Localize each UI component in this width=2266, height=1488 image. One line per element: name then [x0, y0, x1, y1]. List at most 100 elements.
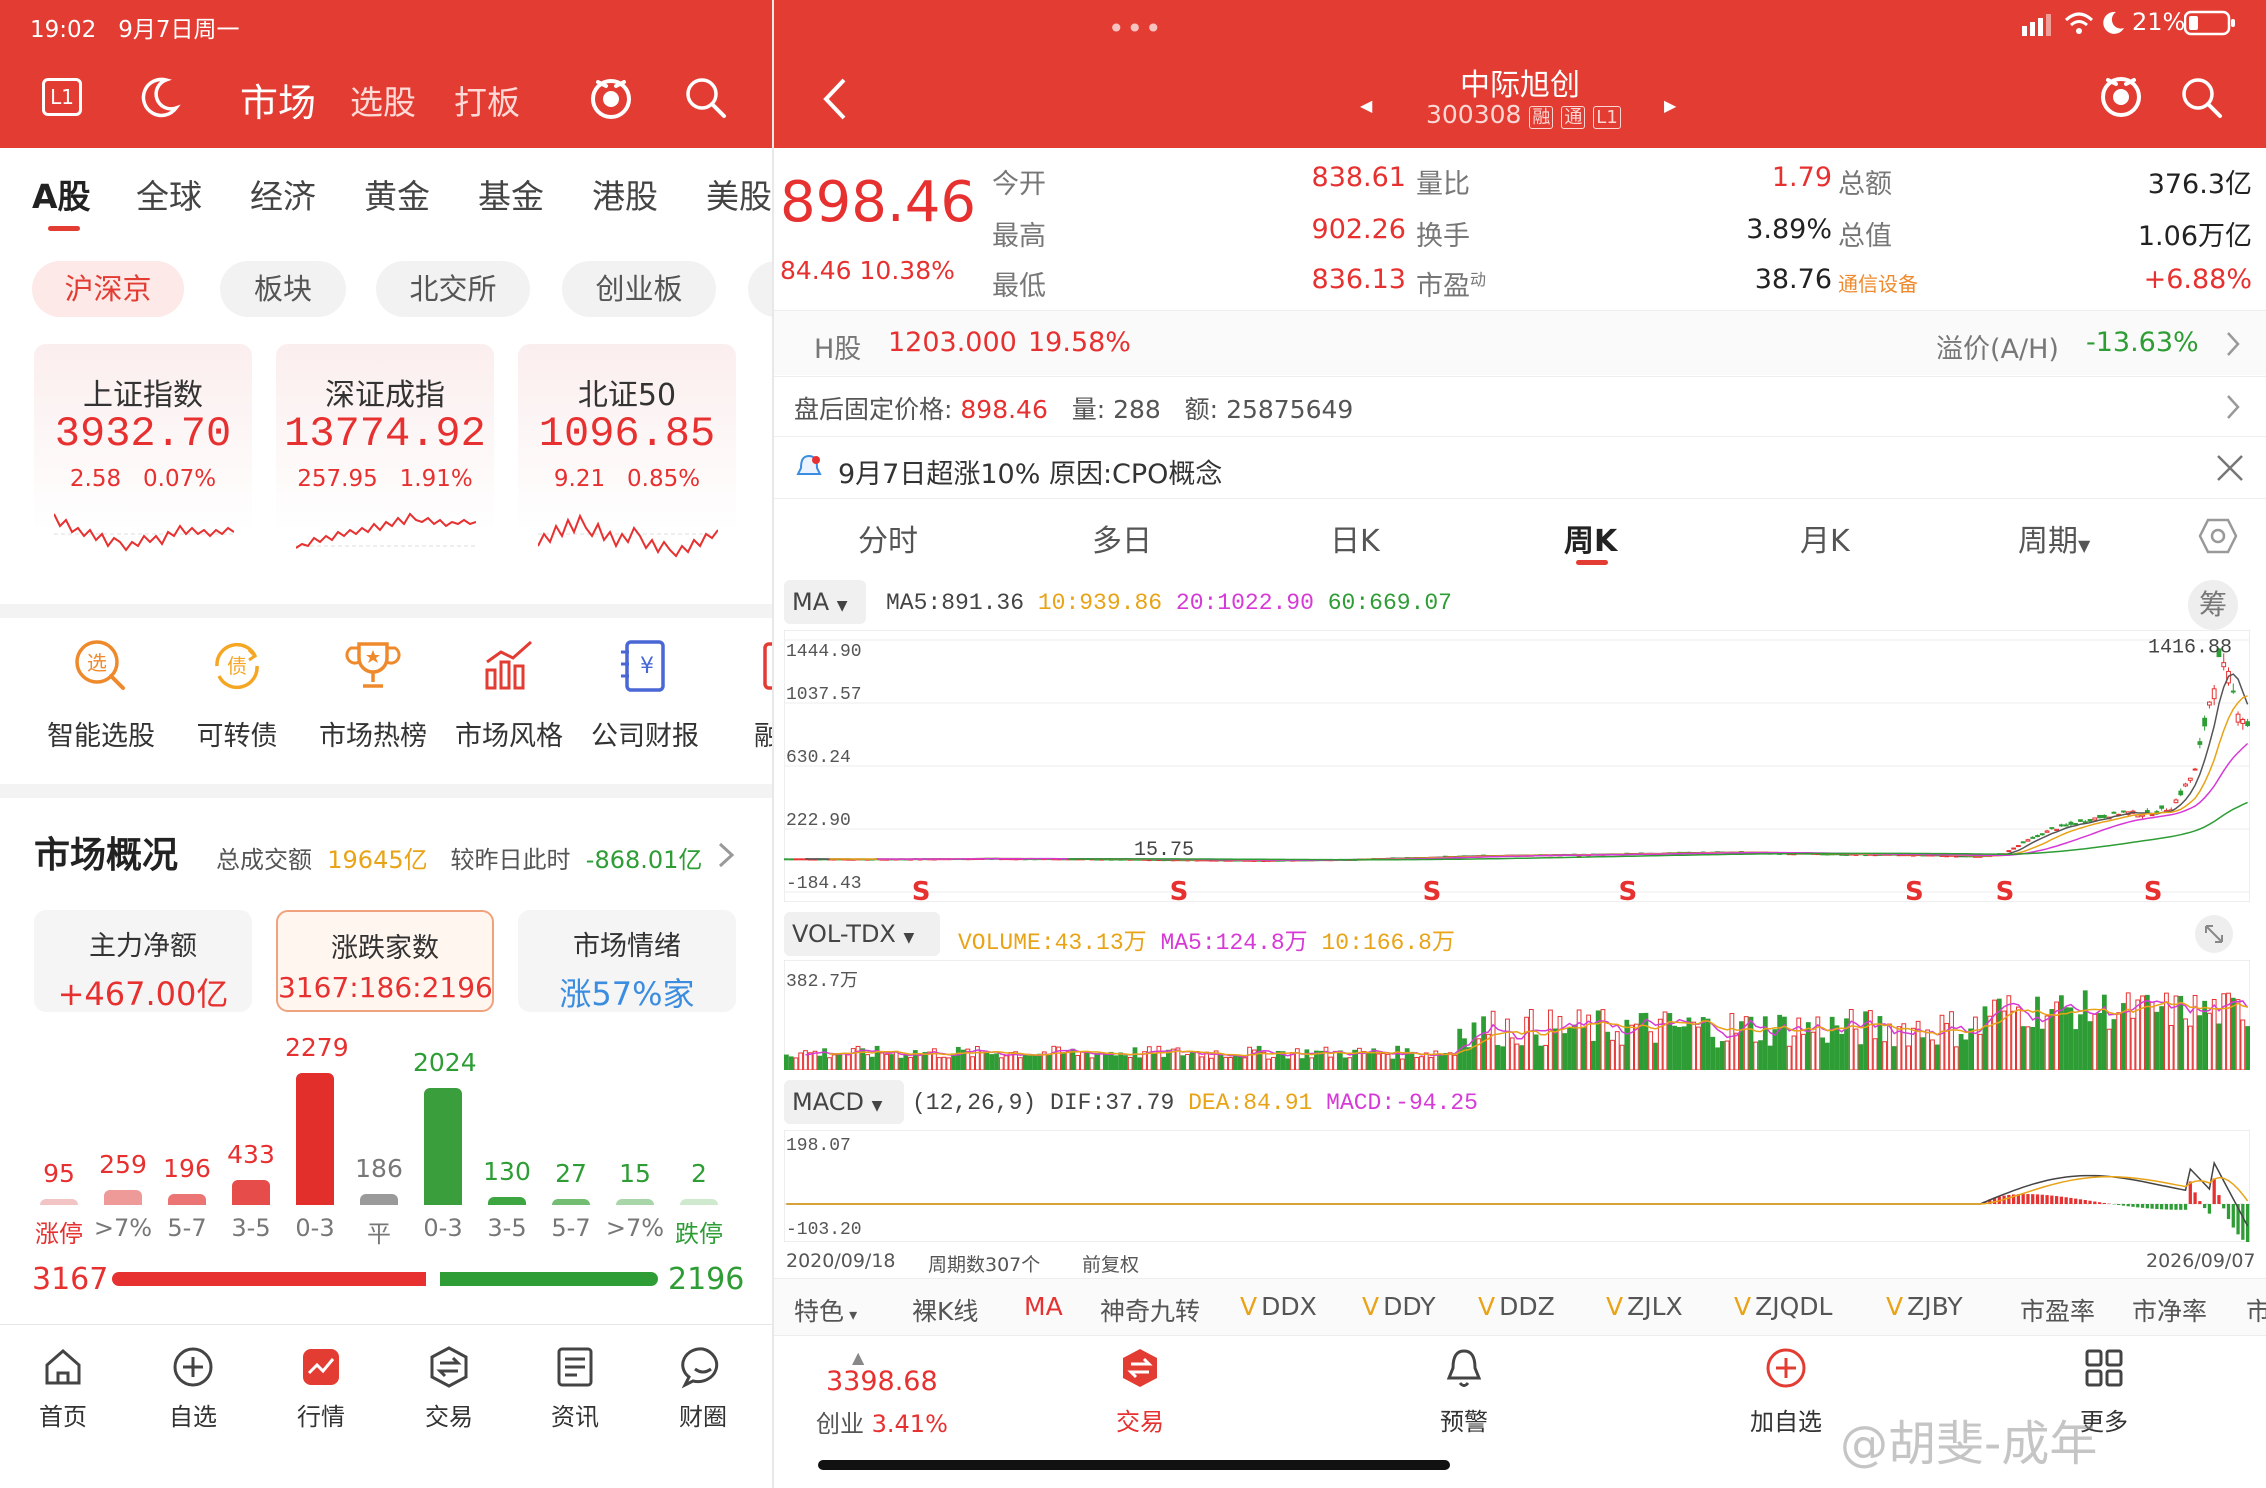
- tab-limit-up[interactable]: 打板: [454, 76, 520, 124]
- after-hours-row[interactable]: 盘后固定价格: 898.46 量: 288 额: 25875649: [774, 378, 2266, 434]
- index-card-szse[interactable]: 深证成指 13774.92 257.95 1.91%: [276, 344, 494, 578]
- close-icon[interactable]: [2214, 452, 2246, 484]
- macd-chart[interactable]: [784, 1130, 2250, 1242]
- card-main-net[interactable]: 主力净额 +467.00亿: [34, 910, 252, 1013]
- pill-chinext[interactable]: 创业板: [562, 261, 716, 317]
- expand-icon[interactable]: [2194, 914, 2234, 954]
- indicator-option[interactable]: MA: [1024, 1292, 1063, 1321]
- pill-bse[interactable]: 北交所: [376, 261, 530, 317]
- volume-bar: [1208, 1057, 1214, 1070]
- news-bar[interactable]: 9月7日超涨10% 原因:CPO概念: [774, 438, 2266, 498]
- pill-more[interactable]: [748, 261, 772, 317]
- nav-home[interactable]: 首页: [18, 1345, 108, 1432]
- volume-bar: [1896, 1026, 1902, 1070]
- tab-market[interactable]: 市场: [240, 72, 316, 127]
- search-icon[interactable]: [2180, 76, 2224, 120]
- volume-bar: [2030, 1026, 2036, 1070]
- pill-sector[interactable]: 板块: [220, 261, 346, 317]
- candle-body: [2202, 717, 2208, 727]
- nav-news[interactable]: 资讯: [530, 1345, 620, 1432]
- category-fund[interactable]: 基金: [478, 170, 544, 218]
- nav-market[interactable]: 行情: [276, 1345, 366, 1432]
- nav-community[interactable]: 财圈: [658, 1345, 748, 1432]
- category-us[interactable]: 美股: [706, 170, 772, 218]
- quote-industry[interactable]: 通信设备: [1838, 268, 1918, 297]
- card-advance-decline[interactable]: 涨跌家数 3167:186:2196: [276, 910, 494, 1012]
- category-global[interactable]: 全球: [136, 170, 202, 218]
- tool-hot-list[interactable]: 市场热榜: [308, 636, 438, 753]
- tab-weekly-k[interactable]: 周K: [1564, 516, 1617, 560]
- indicator-option[interactable]: V ZJLX: [1606, 1292, 1683, 1321]
- category-hk[interactable]: 港股: [592, 170, 658, 218]
- home-indicator[interactable]: [818, 1460, 1450, 1470]
- index-value: 13774.92: [284, 410, 486, 458]
- tab-period[interactable]: 周期▼: [2018, 516, 2090, 560]
- bottom-alert[interactable]: 预警: [1432, 1346, 1496, 1437]
- indicator-option[interactable]: 市: [2246, 1292, 2266, 1328]
- volume-bar: [1805, 1022, 1811, 1070]
- tab-intraday[interactable]: 分时: [858, 516, 918, 560]
- indicator-option[interactable]: 市净率: [2132, 1292, 2207, 1328]
- category-economy[interactable]: 经济: [250, 170, 316, 218]
- indicator-option[interactable]: V ZJQDL: [1734, 1292, 1832, 1321]
- ma-selector[interactable]: MA ▼: [784, 580, 866, 624]
- ticker-index[interactable]: 创业 3.41%: [816, 1404, 948, 1439]
- index-card-sse[interactable]: 上证指数 3932.70 2.58 0.07%: [34, 344, 252, 578]
- indicator-option[interactable]: V ZJBY: [1886, 1292, 1963, 1321]
- volume-bar: [1361, 1051, 1367, 1070]
- index-card-bse50[interactable]: 北证50 1096.85 9.21 0.85%: [518, 344, 736, 578]
- hshare-row[interactable]: H股 1203.000 19.58% 溢价(A/H) -13.63%: [774, 311, 2266, 375]
- mascot-icon[interactable]: [2096, 70, 2146, 120]
- category-a-share[interactable]: A股: [32, 170, 91, 218]
- indicator-option[interactable]: 神奇九转: [1100, 1292, 1200, 1328]
- indicator-option[interactable]: 特色 ▾: [794, 1292, 857, 1328]
- indicator-option[interactable]: V DDX: [1240, 1292, 1317, 1321]
- volume-bar: [1605, 1031, 1611, 1070]
- kline-chart[interactable]: 1444.90 1037.57 630.24 222.90 -184.43 1416.88…: [784, 630, 2250, 902]
- tool-smart-select[interactable]: 选 智能选股: [36, 636, 166, 753]
- tool-convertible[interactable]: 债 可转债: [172, 636, 302, 753]
- tool-margin[interactable]: 融资: [716, 636, 772, 753]
- indicator-v-badge: V: [1734, 1292, 1752, 1321]
- index-sparkline: [54, 513, 234, 552]
- tab-multiday[interactable]: 多日: [1092, 516, 1152, 560]
- indicator-option[interactable]: 裸K线: [912, 1292, 978, 1328]
- tab-daily-k[interactable]: 日K: [1330, 516, 1380, 560]
- split-divider[interactable]: [772, 0, 774, 1488]
- nav-trade[interactable]: 交易: [404, 1345, 494, 1432]
- volume-bar: [2159, 1006, 2165, 1070]
- next-stock-arrow[interactable]: ▶: [1664, 96, 1676, 115]
- card-sentiment[interactable]: 市场情绪 涨57%家: [518, 910, 736, 1013]
- alert-label: 预警: [1440, 1408, 1488, 1436]
- chevron-right-icon[interactable]: [714, 838, 738, 872]
- volume-bar: [2078, 1014, 2083, 1070]
- nav-watchlist[interactable]: 自选: [148, 1345, 238, 1432]
- indicator-option[interactable]: 市盈率: [2020, 1292, 2095, 1328]
- chip-distribution-button[interactable]: 筹: [2188, 580, 2238, 630]
- macd-selector[interactable]: MACD ▼: [784, 1080, 904, 1124]
- volume-bar: [1777, 1014, 1783, 1070]
- indicator-option[interactable]: V DDZ: [1478, 1292, 1555, 1321]
- tool-financial-report[interactable]: ¥ 公司财报: [580, 636, 710, 753]
- mascot-icon[interactable]: [586, 72, 636, 122]
- category-gold[interactable]: 黄金: [364, 170, 430, 218]
- tool-market-style[interactable]: 市场风格: [444, 636, 574, 753]
- hshare-pct: 19.58%: [1028, 327, 1131, 358]
- search-icon[interactable]: [684, 76, 728, 120]
- ticker-index-value[interactable]: 3398.68: [826, 1366, 938, 1397]
- l1-icon[interactable]: L1: [42, 78, 82, 116]
- multitask-dots[interactable]: •••: [1108, 12, 1164, 45]
- bottom-add-watch[interactable]: 加自选: [1746, 1346, 1826, 1437]
- volume-chart[interactable]: [784, 960, 2250, 1070]
- vol-indicator-selector[interactable]: VOL-TDX ▼: [784, 912, 940, 956]
- volume-bar: [1060, 1052, 1066, 1070]
- indicator-option[interactable]: V DDY: [1362, 1292, 1436, 1321]
- tab-monthly-k[interactable]: 月K: [1800, 516, 1850, 560]
- tab-stock-picker[interactable]: 选股: [350, 76, 416, 124]
- bottom-trade[interactable]: 交易: [1110, 1346, 1170, 1437]
- night-mode-icon[interactable]: [136, 74, 182, 120]
- volume-bar: [1748, 1016, 1754, 1070]
- pill-hushenjing[interactable]: 沪深京: [32, 261, 184, 317]
- volume-bar: [2016, 1006, 2021, 1070]
- settings-hex-icon[interactable]: [2198, 516, 2238, 556]
